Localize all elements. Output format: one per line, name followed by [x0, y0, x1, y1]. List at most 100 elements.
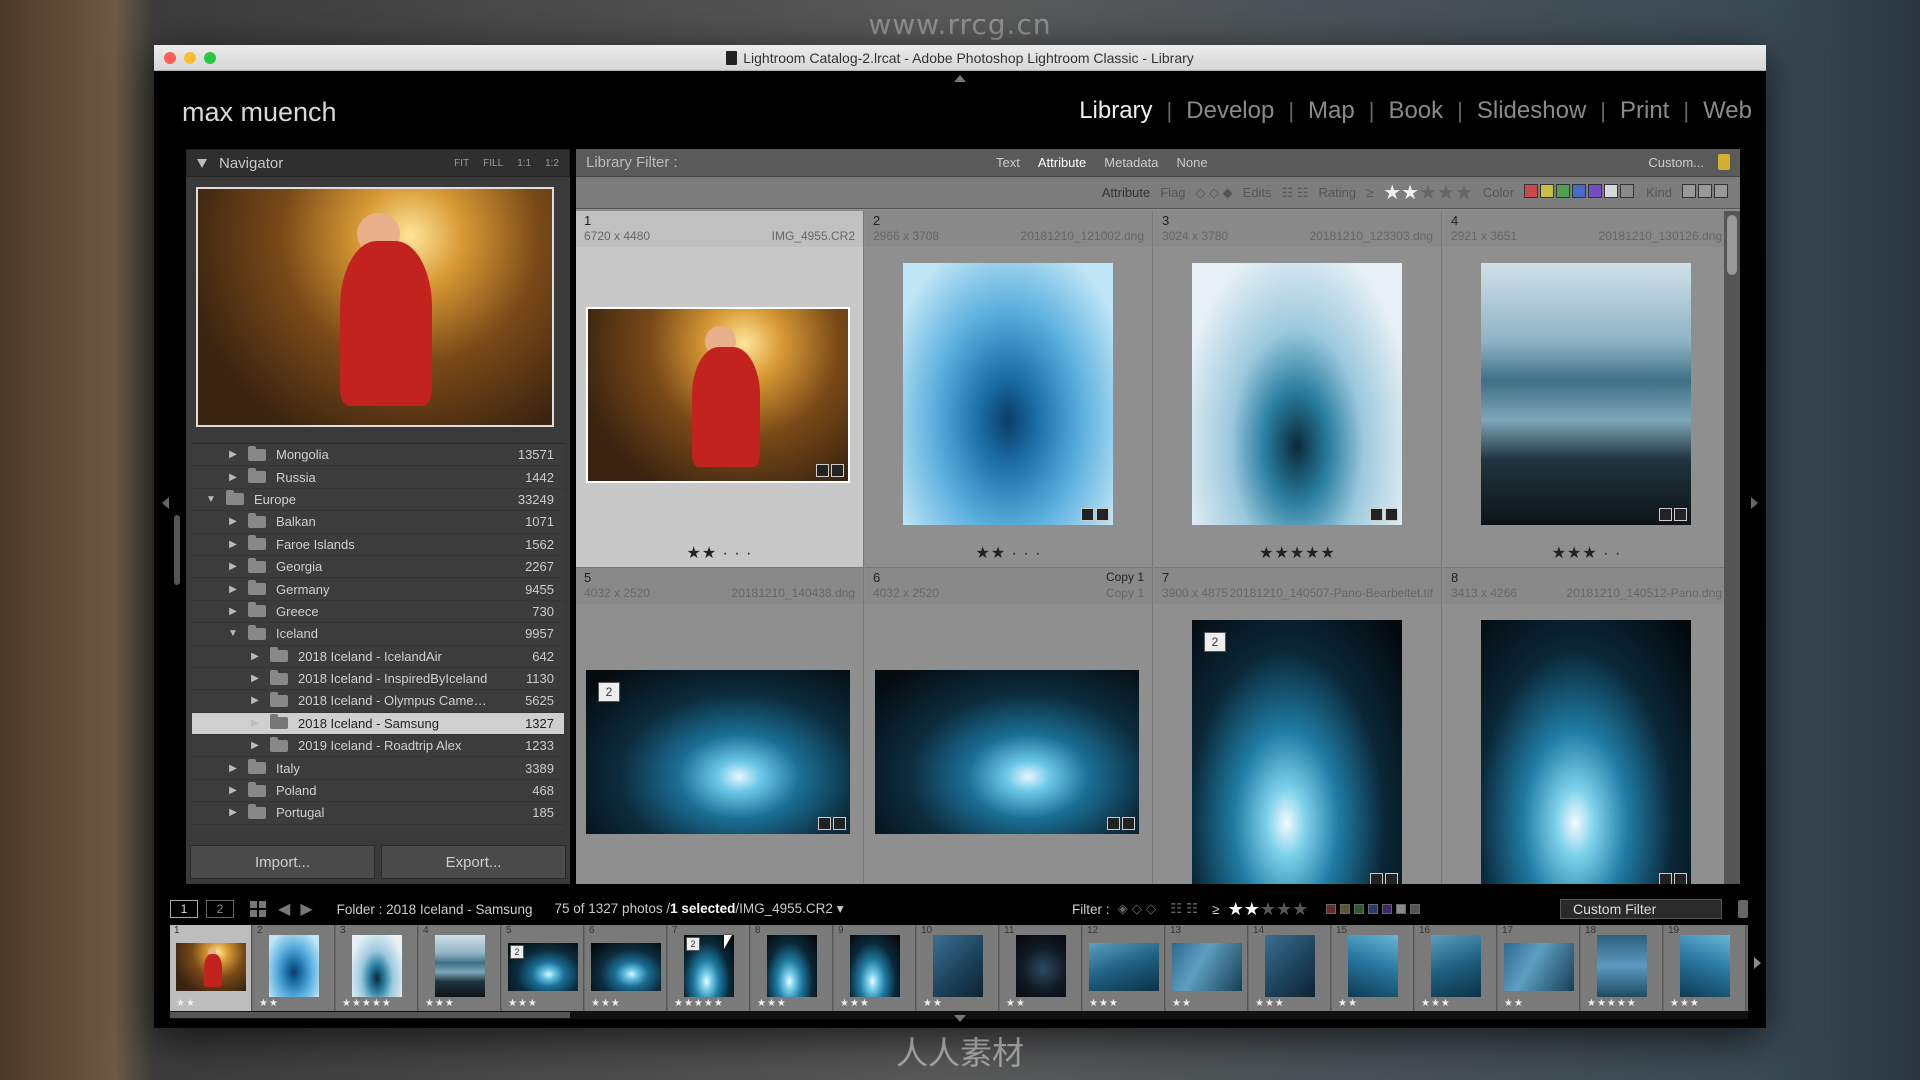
rating-star-icon[interactable]: ★ [1419, 182, 1437, 204]
grid-cell[interactable]: 7 3900 x 4875 20181210_140507-Pano-Bearbei… [1154, 568, 1442, 884]
folder-row[interactable]: ▶ Germany 9455 [192, 578, 564, 601]
filmstrip-cell[interactable]: 1 ★★ [170, 925, 252, 1011]
collapsed-triangle-icon[interactable]: ▶ [228, 449, 238, 460]
folder-row[interactable]: ▶ 2019 Iceland - Roadtrip Alex 1233 [192, 735, 564, 758]
develop-badge-icon[interactable] [833, 817, 846, 830]
rating-star-icon[interactable]: ★ [1276, 899, 1292, 919]
folder-row[interactable]: ▶ Georgia 2267 [192, 556, 564, 579]
filter-tab-text[interactable]: Text [996, 155, 1020, 170]
color-swatch[interactable] [1587, 184, 1602, 198]
filmstrip-thumbnail[interactable] [933, 935, 983, 997]
grid-view-icon[interactable] [250, 901, 266, 917]
folder-row[interactable]: ▶ 2018 Iceland - Samsung 1327 [192, 712, 564, 736]
collapsed-triangle-icon[interactable]: ▶ [228, 472, 238, 483]
filmstrip-cell[interactable]: 10 ★★ [917, 925, 999, 1011]
folder-row[interactable]: ▶ 2018 Iceland - InspiredByIceland 1130 [192, 668, 564, 691]
color-filter-swatches[interactable] [1523, 184, 1636, 201]
zoom-button[interactable] [204, 52, 216, 64]
filter-tab-none[interactable]: None [1176, 155, 1207, 170]
rating-operator[interactable]: ≥ [1366, 185, 1373, 200]
filmstrip-thumbnail[interactable] [176, 943, 246, 991]
stack-count-badge[interactable]: 2 [1204, 632, 1226, 652]
crop-badge-icon[interactable] [1370, 508, 1383, 521]
thumbnail-image[interactable] [875, 670, 1139, 834]
filmstrip-thumbnail[interactable] [591, 943, 661, 991]
filmstrip-thumbnail[interactable] [850, 935, 900, 997]
thumbnail-image[interactable] [1192, 263, 1402, 525]
import-button[interactable]: Import... [190, 845, 375, 879]
develop-badge-icon[interactable] [1385, 508, 1398, 521]
filmstrip-cell[interactable]: 5 2 ★★★ [502, 925, 584, 1011]
develop-badge-icon[interactable] [1122, 817, 1135, 830]
filmstrip-thumbnail[interactable] [1680, 935, 1730, 997]
filmstrip-cell[interactable]: 17 ★★ [1498, 925, 1580, 1011]
left-panel-toggle-icon[interactable] [162, 497, 169, 509]
filmstrip-thumbnail[interactable] [1089, 943, 1159, 991]
rating-star-icon[interactable]: ★ [1437, 182, 1455, 204]
rating-star-icon[interactable]: ★ [1244, 899, 1260, 919]
filmstrip-cell[interactable]: 15 ★★ [1332, 925, 1414, 1011]
expanded-triangle-icon[interactable]: ▼ [228, 628, 238, 639]
develop-badge-icon[interactable] [831, 464, 844, 477]
collapsed-triangle-icon[interactable]: ▶ [228, 561, 238, 572]
module-slideshow[interactable]: Slideshow [1477, 97, 1586, 125]
develop-badge-icon[interactable] [1096, 508, 1109, 521]
filmstrip-cell[interactable]: 12 ★★★ [1083, 925, 1165, 1011]
color-swatch[interactable] [1410, 904, 1421, 914]
edits-filter-icons[interactable]: ☷ ☷ [1282, 185, 1309, 201]
folder-row[interactable]: ▶ Poland 468 [192, 780, 564, 803]
custom-filter-dropdown[interactable]: Custom Filter [1560, 899, 1722, 919]
chevron-down-icon[interactable]: ▾ [837, 901, 844, 916]
rating-star-icon[interactable]: ★ [1292, 899, 1308, 919]
top-panel-toggle-icon[interactable] [954, 75, 966, 82]
color-swatch[interactable] [1354, 904, 1365, 914]
cell-rating[interactable]: ★★★★★ [1154, 543, 1441, 563]
thumbnail-image[interactable] [1481, 263, 1691, 525]
collapsed-triangle-icon[interactable]: ▶ [228, 516, 238, 527]
filmstrip-cell[interactable]: 19 ★★★ [1664, 925, 1746, 1011]
stack-count-badge[interactable]: 2 [510, 945, 524, 959]
folder-row[interactable]: ▶ Italy 3389 [192, 757, 564, 780]
filmstrip-thumbnail[interactable] [767, 935, 817, 997]
forward-arrow-icon[interactable]: ▶ [300, 899, 312, 919]
color-swatch[interactable] [1396, 904, 1407, 914]
export-button[interactable]: Export... [381, 845, 566, 879]
color-swatch[interactable] [1382, 904, 1393, 914]
filmstrip-thumbnail[interactable] [1265, 935, 1315, 997]
color-swatch[interactable] [1571, 184, 1586, 198]
filmstrip-scroll-thumb[interactable] [170, 1012, 570, 1018]
grid-cell[interactable]: 3 3024 x 3780 20181210_123303.dng ★★★★★ [1154, 211, 1442, 568]
develop-badge-icon[interactable] [1385, 873, 1398, 884]
filmstrip-rating-stars[interactable]: ★★★★★ [1228, 899, 1309, 920]
navigator-zoom-1-2[interactable]: 1:2 [545, 158, 559, 169]
folder-row[interactable]: ▶ 2018 Iceland - Olympus Came… 5625 [192, 690, 564, 713]
filmstrip-cell[interactable]: 7 2 ★★★★★ [668, 925, 750, 1011]
filter-preset-dropdown[interactable]: Custom... [1648, 155, 1704, 170]
navigator-header[interactable]: Navigator FIT FILL 1:1 1:2 [186, 149, 570, 177]
source-path[interactable]: Folder : 2018 Iceland - Samsung [337, 902, 533, 917]
filter-lock-icon[interactable] [1738, 900, 1748, 918]
cell-rating[interactable]: ★★★ · · [1443, 543, 1724, 563]
collapsed-triangle-icon[interactable]: ▶ [228, 785, 238, 796]
close-button[interactable] [164, 52, 176, 64]
collapsed-triangle-icon[interactable]: ▶ [228, 584, 238, 595]
main-screen-button[interactable]: 1 [170, 900, 198, 918]
filmstrip-color-swatches[interactable] [1326, 904, 1421, 914]
module-map[interactable]: Map [1308, 97, 1355, 125]
collapsed-triangle-icon[interactable]: ▶ [250, 651, 260, 662]
second-screen-button[interactable]: 2 [206, 900, 234, 918]
grid-cell[interactable]: 4 2921 x 3651 20181210_130126.dng ★★★ · · [1443, 211, 1724, 568]
folder-row[interactable]: ▶ Mongolia 13571 [192, 444, 564, 467]
crop-badge-icon[interactable] [1107, 817, 1120, 830]
right-panel-toggle-icon[interactable] [1751, 497, 1758, 509]
filmstrip-thumbnail[interactable] [1172, 943, 1242, 991]
filter-tab-attribute[interactable]: Attribute [1038, 155, 1086, 170]
thumbnail-image[interactable] [586, 307, 850, 483]
filmstrip-cell[interactable]: 16 ★★★ [1415, 925, 1497, 1011]
left-panel-scrollbar[interactable] [174, 515, 180, 585]
cell-rating[interactable]: ★★ · · · [576, 543, 863, 563]
module-web[interactable]: Web [1703, 97, 1752, 125]
thumbnail-image[interactable] [903, 263, 1113, 525]
filmstrip-rating-operator[interactable]: ≥ [1212, 902, 1219, 917]
back-arrow-icon[interactable]: ◀ [278, 899, 290, 919]
